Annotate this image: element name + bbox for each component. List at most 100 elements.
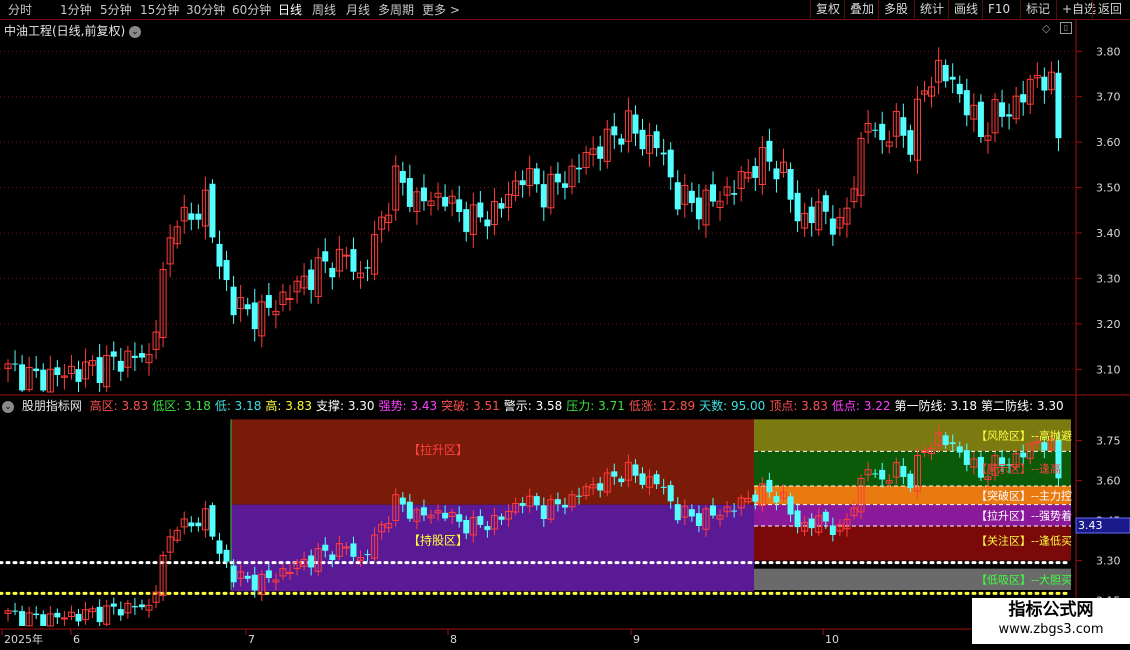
- candle: [477, 191, 484, 223]
- time-label: 2025年: [4, 632, 43, 646]
- period-tab[interactable]: 1分钟: [60, 2, 92, 18]
- period-tab[interactable]: 30分钟: [186, 2, 225, 18]
- candle: [188, 202, 195, 231]
- candle: [829, 205, 836, 246]
- zone-tag: 【突破区】--主力控: [976, 488, 1072, 502]
- diamond-icon[interactable]: ◇: [1042, 22, 1050, 35]
- candle: [46, 606, 54, 627]
- candle: [89, 355, 97, 377]
- candle: [75, 609, 82, 626]
- candle: [921, 80, 928, 102]
- candle: [216, 532, 223, 562]
- candle: [195, 204, 202, 229]
- candle: [223, 544, 230, 569]
- period-tab[interactable]: 月线: [346, 2, 370, 18]
- candle: [265, 282, 272, 316]
- candle: [900, 103, 907, 148]
- candle: [180, 194, 188, 234]
- period-tab[interactable]: 5分钟: [100, 2, 132, 18]
- candle: [286, 284, 294, 311]
- period-tab[interactable]: 日线: [278, 2, 302, 18]
- candle: [632, 105, 639, 146]
- candle: [201, 176, 209, 240]
- zone-tag: 【风险区】--高抛避: [976, 428, 1072, 442]
- period-tab[interactable]: 周线: [312, 2, 336, 18]
- candle: [357, 260, 364, 289]
- candle: [752, 157, 759, 192]
- candle: [19, 605, 26, 626]
- candle: [794, 180, 801, 232]
- indicator-param: 警示: 3.58: [503, 399, 563, 413]
- chevron-down-icon[interactable]: ⌄: [2, 400, 14, 413]
- candle: [597, 135, 604, 171]
- toolbar-button[interactable]: 返回: [1092, 0, 1127, 20]
- toolbar-button[interactable]: 画线: [948, 0, 983, 20]
- candle: [223, 250, 230, 292]
- period-tab[interactable]: 60分钟: [232, 2, 271, 18]
- toolbar-button[interactable]: 叠加: [844, 0, 879, 20]
- indicator-param: 压力: 3.71: [566, 399, 625, 413]
- toolbar-button[interactable]: 复权: [810, 0, 845, 20]
- candle: [710, 171, 716, 207]
- candle: [4, 608, 12, 622]
- candle: [512, 170, 520, 202]
- candlestick-chart[interactable]: 3.80 3.70 3.60 3.50 3.40 3.30 3.20 3.10: [0, 20, 1130, 396]
- layout-icon[interactable]: ▯: [1060, 22, 1072, 34]
- candle: [991, 93, 999, 143]
- indicator-chart[interactable]: 3.753.603.453.303.153.43【拉升区】【持股区】【风险区】-…: [0, 396, 1130, 630]
- toolbar-button[interactable]: F10: [982, 0, 1015, 20]
- candle: [371, 221, 379, 281]
- period-tab[interactable]: 分时: [8, 2, 32, 18]
- price-tick: 3.20: [1096, 318, 1121, 331]
- lashing-zone-label: 【拉升区】: [408, 442, 468, 457]
- candle: [773, 160, 780, 193]
- indicator-param: 低区: 3.18: [152, 399, 211, 413]
- candle: [639, 119, 646, 156]
- price-tick: 3.30: [1096, 272, 1121, 285]
- lashing-zone: [231, 419, 754, 505]
- candle: [54, 359, 61, 387]
- candle: [568, 158, 576, 195]
- indicator-param: 低: 3.18: [214, 399, 262, 413]
- candle: [258, 294, 266, 348]
- candle: [885, 130, 893, 154]
- candle: [582, 145, 590, 175]
- candle: [576, 154, 583, 183]
- candle: [956, 75, 963, 103]
- time-label: 10: [825, 633, 839, 646]
- watermark-title: 指标公式网: [1008, 600, 1094, 620]
- candle: [244, 297, 251, 316]
- candle: [103, 599, 111, 626]
- toolbar-button[interactable]: 统计: [914, 0, 949, 20]
- period-tab[interactable]: 多周期: [378, 2, 414, 18]
- time-label: 9: [633, 633, 640, 646]
- period-tab[interactable]: 更多 >: [422, 2, 460, 18]
- candle: [392, 155, 400, 221]
- chevron-down-icon[interactable]: ⌄: [129, 25, 142, 38]
- candle: [808, 197, 815, 237]
- candle: [688, 182, 695, 213]
- candle: [879, 111, 886, 154]
- candle: [780, 148, 787, 178]
- candle: [766, 128, 773, 172]
- candle: [963, 78, 970, 127]
- candle: [40, 363, 47, 392]
- candle: [420, 174, 427, 211]
- candle: [322, 238, 329, 274]
- candle: [117, 601, 124, 621]
- candle: [110, 597, 117, 615]
- candle: [864, 109, 872, 144]
- candle: [145, 598, 153, 618]
- candle: [787, 162, 794, 213]
- candle: [173, 220, 181, 249]
- toolbar-button[interactable]: 多股: [878, 0, 913, 20]
- candle: [308, 259, 315, 304]
- price-tick: 3.80: [1096, 45, 1121, 58]
- time-label: 7: [248, 633, 255, 646]
- period-toolbar: 分时 1分钟 5分钟 15分钟 30分钟 60分钟 日线 周线 月线 多周期 更多 > 复权 叠加 多股统…: [0, 0, 1130, 20]
- toolbar-button[interactable]: 标记: [1020, 0, 1055, 20]
- candle: [624, 97, 632, 153]
- price-tick: 3.60: [1096, 136, 1121, 149]
- candle: [723, 176, 731, 205]
- period-tab[interactable]: 15分钟: [140, 2, 179, 18]
